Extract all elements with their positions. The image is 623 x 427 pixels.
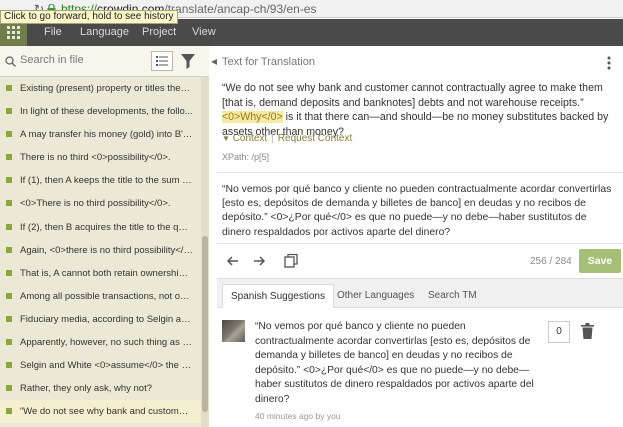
arrow-right-icon[interactable] (251, 253, 267, 269)
search-row (0, 46, 209, 77)
list-item-text: <0>There is no third possibility</0>. (20, 198, 171, 210)
strings-panel: Existing (present) property or titles th… (0, 46, 209, 427)
list-item[interactable]: Selgin and White <0>assume</0> the exi..… (0, 354, 201, 377)
list-item[interactable]: <0>There is no third possibility</0>. (0, 192, 201, 215)
list-item-text: If (2), then B acquires the title to the… (20, 221, 197, 233)
vote-count[interactable]: 0 (548, 321, 570, 343)
list-item-active[interactable]: “We do not see why bank and customer ... (0, 400, 201, 424)
forward-tooltip: Click to go forward, hold to see history (0, 10, 178, 24)
divider (217, 172, 623, 173)
translated-marker (6, 408, 12, 415)
list-item-text: That is, A cannot both retain ownership … (20, 267, 195, 279)
source-text: “We do not see why bank and customer can… (222, 81, 612, 139)
menu-view[interactable]: View (192, 19, 216, 46)
translated-marker (6, 223, 12, 230)
xpath-label: XPath: /p[5] (222, 152, 270, 162)
list-item[interactable]: Apparently, however, no such thing as “m… (0, 331, 201, 354)
list-item-text: There is no third <0>possibility</0>. (20, 152, 171, 164)
list-item-text: Apparently, however, no such thing as “m… (20, 337, 201, 349)
translated-marker (6, 85, 12, 91)
string-list: Existing (present) property or titles th… (0, 77, 201, 424)
translated-marker (6, 154, 12, 161)
translated-marker (6, 108, 12, 115)
tab-search-tm[interactable]: Search TM (420, 284, 485, 309)
list-item[interactable]: In light of these developments, the foll… (0, 100, 201, 123)
suggestion-text[interactable]: “No vemos por qué banco y cliente no pue… (255, 320, 545, 408)
list-item[interactable]: Existing (present) property or titles th… (0, 77, 201, 100)
tab-spanish-suggestions[interactable]: Spanish Suggestions (222, 284, 334, 309)
list-item-text: Again, <0>there is no third possibility<… (20, 244, 201, 256)
source-section-title: Text for Translation (222, 56, 315, 68)
translated-marker (6, 362, 12, 369)
list-item[interactable]: Fiduciary media, according to Selgin and… (0, 308, 201, 331)
translated-marker (6, 131, 12, 138)
grid-icon (7, 26, 20, 39)
copy-source-icon[interactable] (283, 253, 299, 269)
list-item-text: “We do not see why bank and customer ... (20, 406, 198, 418)
progress-counter: 256 / 284 (530, 256, 572, 267)
source-text-part: “We do not see why bank and customer can… (222, 82, 603, 109)
list-item-text: Selgin and White <0>assume</0> the exi..… (20, 360, 201, 372)
more-options-icon[interactable] (607, 56, 611, 70)
translated-marker (6, 177, 12, 184)
translated-marker (6, 339, 12, 346)
list-view-button[interactable] (151, 51, 173, 71)
filter-icon[interactable] (181, 53, 195, 69)
request-context-link[interactable]: Request Context (278, 133, 353, 144)
list-item[interactable]: Among all possible transactions, not one… (0, 285, 201, 308)
list-item[interactable]: Again, <0>there is no third possibility<… (0, 239, 201, 262)
list-item-text: In light of these developments, the foll… (20, 106, 193, 118)
avatar (222, 320, 245, 342)
trash-icon[interactable] (581, 323, 594, 339)
url-path: /translate/ancap-ch/93/en-es (164, 2, 317, 16)
list-item-text: Existing (present) property or titles th… (20, 83, 197, 94)
translation-textarea[interactable]: “No vemos por qué banco y cliente no pue… (222, 183, 617, 240)
arrow-left-icon[interactable] (225, 253, 241, 269)
separator: | (271, 133, 274, 144)
list-item[interactable]: If (2), then B acquires the title to the… (0, 216, 201, 239)
divider (217, 243, 623, 244)
search-icon (5, 56, 16, 67)
suggestion-meta: 40 minutes ago by you (255, 411, 341, 421)
tab-other-languages[interactable]: Other Languages (329, 284, 422, 309)
suggestions-tabs: Spanish Suggestions Other Languages Sear… (217, 278, 623, 309)
translated-marker (6, 315, 12, 322)
source-tag: <0>Why</0> (222, 111, 283, 123)
caret-down-icon: ▼ (222, 134, 230, 143)
translated-marker (6, 269, 12, 276)
translated-marker (6, 246, 12, 253)
list-item-text: Among all possible transactions, not one… (20, 290, 199, 302)
suggestion-item: “No vemos por qué banco y cliente no pue… (217, 308, 623, 427)
list-item[interactable]: That is, A cannot both retain ownership … (0, 262, 201, 285)
context-toggle[interactable]: Context (233, 133, 267, 144)
list-item-text: Rather, they only ask, why not? (20, 383, 153, 395)
list-item[interactable]: Rather, they only ask, why not? (0, 377, 201, 400)
list-item-text: Fiduciary media, according to Selgin and… (20, 313, 200, 325)
editor-panel: Text for Translation “We do not see why … (217, 46, 623, 427)
list-icon (156, 56, 168, 66)
translated-marker (6, 385, 12, 392)
list-item-text: A may transfer his money (gold) into B's… (20, 129, 199, 141)
list-item[interactable]: There is no third <0>possibility</0>. (0, 146, 201, 169)
context-row: ▼ Context | Request Context (222, 133, 352, 144)
list-item[interactable]: If (1), then A keeps the title to the su… (0, 169, 201, 192)
scrollbar-thumb[interactable] (202, 236, 208, 412)
list-item-text: If (1), then A keeps the title to the su… (20, 175, 198, 187)
translated-marker (6, 200, 12, 207)
list-item[interactable]: A may transfer his money (gold) into B's… (0, 123, 201, 146)
search-input[interactable] (20, 54, 140, 66)
translated-marker (6, 292, 12, 299)
save-button[interactable]: Save (579, 249, 621, 273)
